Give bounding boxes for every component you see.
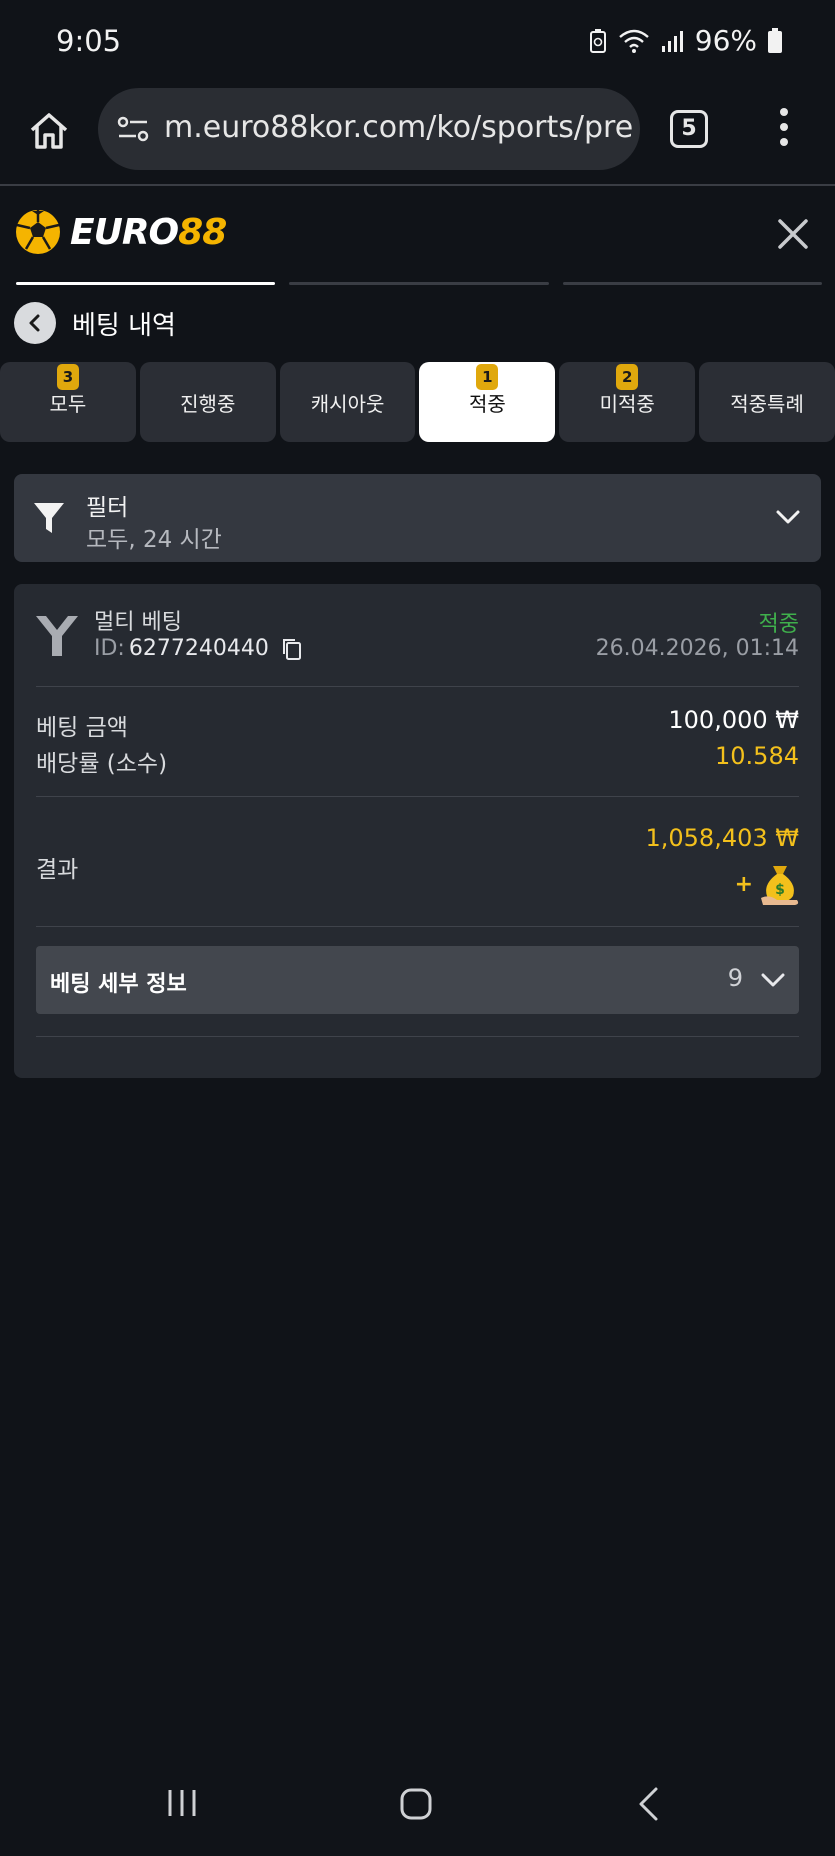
bet-status: 적중 xyxy=(758,612,799,637)
tab-label: 모두 xyxy=(49,391,87,416)
bet-date: 26.04.2026, 01:14 xyxy=(595,636,799,661)
filter-icon xyxy=(34,503,64,533)
tab-cashout[interactable]: 캐시아웃 xyxy=(279,362,416,442)
page-title: 베팅 내역 xyxy=(72,310,176,341)
odds-label: 배당률 (소수) xyxy=(36,751,168,777)
logo-text-88: 88 xyxy=(178,211,227,253)
tab-label: 적중 xyxy=(468,391,506,416)
tab-label: 미적중 xyxy=(599,391,655,416)
tab-lost[interactable]: 2 미적중 xyxy=(559,362,696,442)
home-icon[interactable] xyxy=(26,108,72,154)
site-settings-icon[interactable] xyxy=(116,112,150,146)
details-count: 9 xyxy=(727,964,743,992)
bet-id: ID: 6277240440 xyxy=(94,636,303,661)
tab-badge: 2 xyxy=(616,364,639,390)
header-tab-2[interactable] xyxy=(289,282,549,285)
back-button[interactable] xyxy=(14,302,56,344)
bet-details-toggle[interactable]: 베팅 세부 정보 9 xyxy=(36,946,799,1014)
bet-status-tabs: 3 모두 진행중 캐시아웃 1 적중 2 미적중 적중특례 xyxy=(0,362,835,442)
chevron-left-icon xyxy=(29,314,40,332)
divider xyxy=(36,686,799,687)
bet-id-label: ID: xyxy=(94,636,125,661)
tab-switcher-icon[interactable]: 5 xyxy=(670,110,708,148)
tab-all[interactable]: 3 모두 xyxy=(0,362,136,442)
back-nav-icon[interactable] xyxy=(636,1786,660,1822)
tab-in-progress[interactable]: 진행중 xyxy=(139,362,276,442)
filter-title: 필터 xyxy=(86,495,129,521)
system-nav-bar xyxy=(0,1760,835,1856)
tab-won[interactable]: 1 적중 xyxy=(419,362,556,442)
status-bar: 9:05 96% xyxy=(0,0,835,80)
header-tab-3[interactable] xyxy=(562,282,822,285)
bet-id-value: 6277240440 xyxy=(128,636,269,661)
status-icons: 96% xyxy=(589,24,783,57)
recent-apps-icon[interactable] xyxy=(166,1788,198,1818)
tab-label: 캐시아웃 xyxy=(310,391,385,416)
chevron-down-icon xyxy=(761,973,785,987)
site-header: EURO88 xyxy=(0,188,835,286)
divider xyxy=(36,926,799,927)
battery-icon xyxy=(768,27,782,53)
stake-label: 베팅 금액 xyxy=(36,715,128,741)
header-tab-indicators xyxy=(16,282,822,286)
result-value: 1,058,403 ₩ xyxy=(645,824,799,852)
copy-icon[interactable] xyxy=(281,637,303,661)
url-text: m.euro88kor.com/ko/sports/pre xyxy=(164,110,634,145)
status-time: 9:05 xyxy=(56,24,122,58)
plus-sign: + xyxy=(734,871,753,897)
details-label: 베팅 세부 정보 xyxy=(50,972,187,997)
filter-dropdown[interactable]: 필터 모두, 24 시간 xyxy=(14,474,821,562)
signal-icon xyxy=(661,30,683,52)
tab-badge: 3 xyxy=(56,364,79,390)
overflow-menu-icon[interactable] xyxy=(776,108,792,152)
soccer-ball-icon xyxy=(16,210,60,254)
home-nav-icon[interactable] xyxy=(400,1788,432,1820)
tab-special[interactable]: 적중특례 xyxy=(699,362,835,442)
close-icon[interactable] xyxy=(775,216,811,252)
money-bag-icon: $ xyxy=(761,866,799,905)
bet-type: 멀티 베팅 xyxy=(94,610,182,635)
page-title-row: 베팅 내역 xyxy=(14,302,176,344)
battery-percent: 96% xyxy=(694,24,757,57)
tab-label: 진행중 xyxy=(180,391,236,416)
header-tab-1[interactable] xyxy=(16,282,276,285)
browser-toolbar: m.euro88kor.com/ko/sports/pre 5 xyxy=(0,80,835,186)
multi-bet-icon xyxy=(36,616,78,656)
address-bar[interactable]: m.euro88kor.com/ko/sports/pre xyxy=(98,88,640,170)
logo-text-euro: EURO xyxy=(70,211,179,253)
divider xyxy=(36,796,799,797)
chevron-down-icon xyxy=(776,510,800,524)
divider xyxy=(36,1036,799,1037)
stake-value: 100,000 ₩ xyxy=(668,706,799,734)
result-label: 결과 xyxy=(36,857,79,883)
wifi-icon xyxy=(618,29,649,53)
bet-card: 멀티 베팅 ID: 6277240440 적중 26.04.2026, 01:1… xyxy=(14,584,821,1078)
payout-indicator: + $ xyxy=(735,862,801,906)
site-logo[interactable]: EURO88 xyxy=(14,208,227,256)
odds-value: 10.584 xyxy=(715,742,799,770)
tab-label: 적중특례 xyxy=(730,391,804,416)
tab-badge: 1 xyxy=(476,364,499,390)
svg-text:$: $ xyxy=(775,882,785,898)
filter-summary: 모두, 24 시간 xyxy=(86,527,222,553)
battery-saver-icon xyxy=(589,28,606,53)
